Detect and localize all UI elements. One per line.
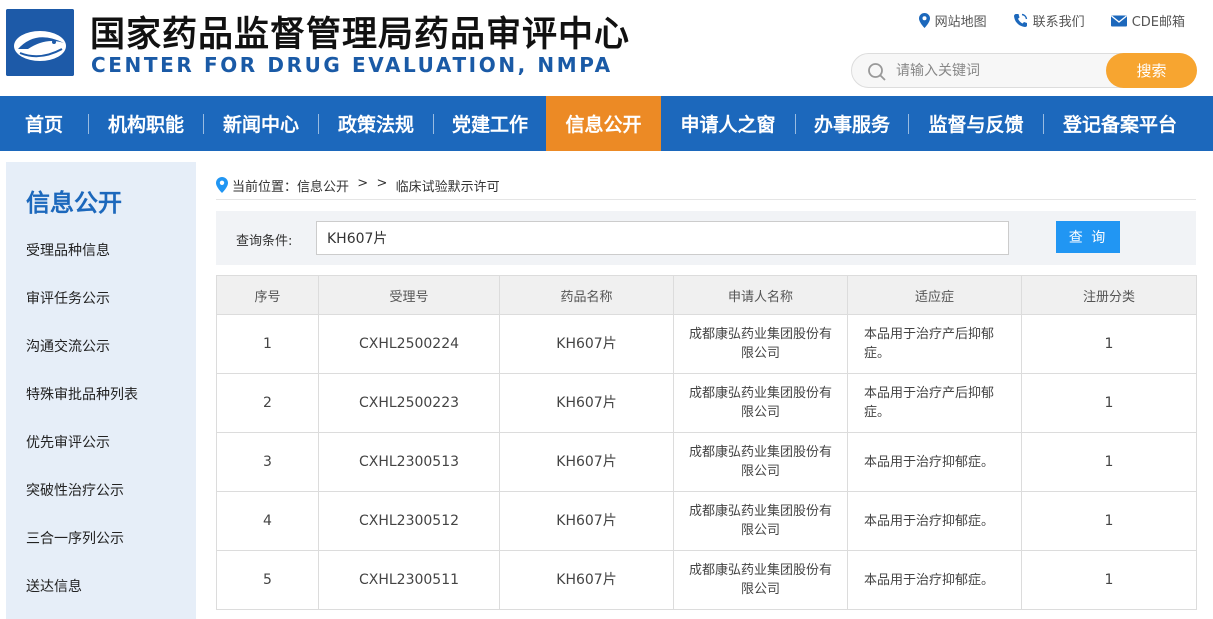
breadcrumb-separator: > > [349, 176, 396, 191]
cell-drug-name: KH607片 [499, 314, 674, 374]
cell-category: 1 [1021, 550, 1197, 610]
sitemap-label: 网站地图 [934, 15, 987, 30]
nav-item-home[interactable]: 首页 [0, 96, 88, 151]
column-header-category: 注册分类 [1021, 275, 1197, 315]
site-title-en: CENTER FOR DRUG EVALUATION, NMPA [91, 53, 613, 77]
cell-no: 3 [216, 432, 319, 492]
cell-applicant: 成都康弘药业集团股份有限公司 [673, 432, 848, 492]
sidebar-item-delivery-info[interactable]: 送达信息 [26, 576, 82, 596]
contact-link[interactable]: 联系我们 [1013, 11, 1085, 30]
cell-acceptance-no: CXHL2500223 [318, 373, 500, 433]
table-header-row: 序号 受理号 药品名称 申请人名称 适应症 注册分类 [216, 275, 1197, 315]
mail-link[interactable]: CDE邮箱 [1110, 11, 1185, 30]
location-pin-icon [918, 13, 930, 28]
results-table: 序号 受理号 药品名称 申请人名称 适应症 注册分类 1 CXHL2500224… [216, 275, 1197, 610]
cell-no: 1 [216, 314, 319, 374]
breadcrumb-current: 临床试验默示许可 [395, 180, 500, 195]
sidebar-item-priority-review[interactable]: 优先审评公示 [26, 432, 110, 452]
location-pin-icon [216, 177, 228, 193]
mail-label: CDE邮箱 [1131, 15, 1185, 30]
sidebar-item-accepted-varieties[interactable]: 受理品种信息 [26, 240, 110, 260]
table-row[interactable]: 1 CXHL2500224 KH607片 成都康弘药业集团股份有限公司 本品用于… [216, 314, 1197, 374]
mail-icon [1110, 14, 1127, 26]
breadcrumb-prefix: 当前位置： [232, 180, 298, 195]
sidebar-item-breakthrough-therapy[interactable]: 突破性治疗公示 [26, 480, 124, 500]
top-links: 网站地图 联系我们 CDE邮箱 [918, 11, 1185, 30]
cell-applicant: 成都康弘药业集团股份有限公司 [673, 314, 848, 374]
cell-acceptance-no: CXHL2300512 [318, 491, 500, 551]
cell-applicant: 成都康弘药业集团股份有限公司 [673, 373, 848, 433]
column-header-no: 序号 [216, 275, 319, 315]
sidebar-item-three-in-one[interactable]: 三合一序列公示 [26, 528, 124, 548]
cell-indication: 本品用于治疗抑郁症。 [847, 432, 1022, 492]
cell-indication: 本品用于治疗产后抑郁症。 [847, 314, 1022, 374]
cell-drug-name: KH607片 [499, 491, 674, 551]
main-nav: 首页 机构职能 新闻中心 政策法规 党建工作 信息公开 申请人之窗 办事服务 监… [0, 96, 1213, 151]
column-header-acceptance-no: 受理号 [318, 275, 500, 315]
search-input[interactable] [896, 61, 1096, 81]
site-title-cn: 国家药品监督管理局药品审评中心 [90, 15, 631, 55]
cell-category: 1 [1021, 491, 1197, 551]
cell-indication: 本品用于治疗抑郁症。 [847, 491, 1022, 551]
sidebar-item-review-tasks[interactable]: 审评任务公示 [26, 288, 110, 308]
nav-item-info-disclosure[interactable]: 信息公开 [546, 96, 661, 151]
nav-item-functions[interactable]: 机构职能 [89, 96, 203, 151]
query-button[interactable]: 查 询 [1056, 221, 1120, 253]
site-search: 搜索 [851, 53, 1197, 88]
breadcrumb-section[interactable]: 信息公开 [297, 176, 349, 195]
cell-acceptance-no: CXHL2300511 [318, 550, 500, 610]
query-label: 查询条件: [236, 234, 293, 249]
breadcrumb: 当前位置： 信息公开 > > 临床试验默示许可 [216, 176, 1196, 200]
sidebar-title: 信息公开 [26, 189, 122, 217]
sidebar-item-communication[interactable]: 沟通交流公示 [26, 336, 110, 356]
cell-indication: 本品用于治疗抑郁症。 [847, 550, 1022, 610]
column-header-drug-name: 药品名称 [499, 275, 674, 315]
cell-acceptance-no: CXHL2500224 [318, 314, 500, 374]
nav-item-services[interactable]: 办事服务 [796, 96, 908, 151]
cell-drug-name: KH607片 [499, 432, 674, 492]
column-header-applicant: 申请人名称 [673, 275, 848, 315]
cell-acceptance-no: CXHL2300513 [318, 432, 500, 492]
cell-drug-name: KH607片 [499, 373, 674, 433]
query-bar: 查询条件: 查 询 [216, 211, 1196, 265]
sitemap-link[interactable]: 网站地图 [918, 11, 987, 30]
cell-no: 2 [216, 373, 319, 433]
table-row[interactable]: 3 CXHL2300513 KH607片 成都康弘药业集团股份有限公司 本品用于… [216, 432, 1197, 492]
column-header-indication: 适应症 [847, 275, 1022, 315]
phone-icon [1013, 13, 1027, 27]
contact-label: 联系我们 [1032, 15, 1085, 30]
nav-item-registration[interactable]: 登记备案平台 [1044, 96, 1196, 151]
sidebar: 信息公开 受理品种信息 审评任务公示 沟通交流公示 特殊审批品种列表 优先审评公… [6, 162, 196, 619]
nav-item-applicant[interactable]: 申请人之窗 [661, 96, 795, 151]
table-row[interactable]: 2 CXHL2500223 KH607片 成都康弘药业集团股份有限公司 本品用于… [216, 373, 1197, 433]
cell-indication: 本品用于治疗产后抑郁症。 [847, 373, 1022, 433]
search-icon [868, 63, 886, 81]
search-button[interactable]: 搜索 [1106, 53, 1197, 88]
table-row[interactable]: 4 CXHL2300512 KH607片 成都康弘药业集团股份有限公司 本品用于… [216, 491, 1197, 551]
logo-emblem-icon [6, 9, 74, 76]
cell-category: 1 [1021, 314, 1197, 374]
nav-item-supervision[interactable]: 监督与反馈 [909, 96, 1043, 151]
query-input[interactable] [316, 221, 1009, 255]
cell-category: 1 [1021, 432, 1197, 492]
cell-applicant: 成都康弘药业集团股份有限公司 [673, 491, 848, 551]
cell-drug-name: KH607片 [499, 550, 674, 610]
cell-no: 5 [216, 550, 319, 610]
cell-no: 4 [216, 491, 319, 551]
nav-item-news[interactable]: 新闻中心 [204, 96, 318, 151]
nav-item-party[interactable]: 党建工作 [434, 96, 546, 151]
site-header: 国家药品监督管理局药品审评中心 CENTER FOR DRUG EVALUATI… [0, 0, 1213, 96]
cde-logo[interactable] [6, 9, 74, 76]
table-row[interactable]: 5 CXHL2300511 KH607片 成都康弘药业集团股份有限公司 本品用于… [216, 550, 1197, 610]
cell-applicant: 成都康弘药业集团股份有限公司 [673, 550, 848, 610]
cell-category: 1 [1021, 373, 1197, 433]
sidebar-item-special-approval[interactable]: 特殊审批品种列表 [26, 384, 138, 404]
nav-item-policy[interactable]: 政策法规 [319, 96, 433, 151]
